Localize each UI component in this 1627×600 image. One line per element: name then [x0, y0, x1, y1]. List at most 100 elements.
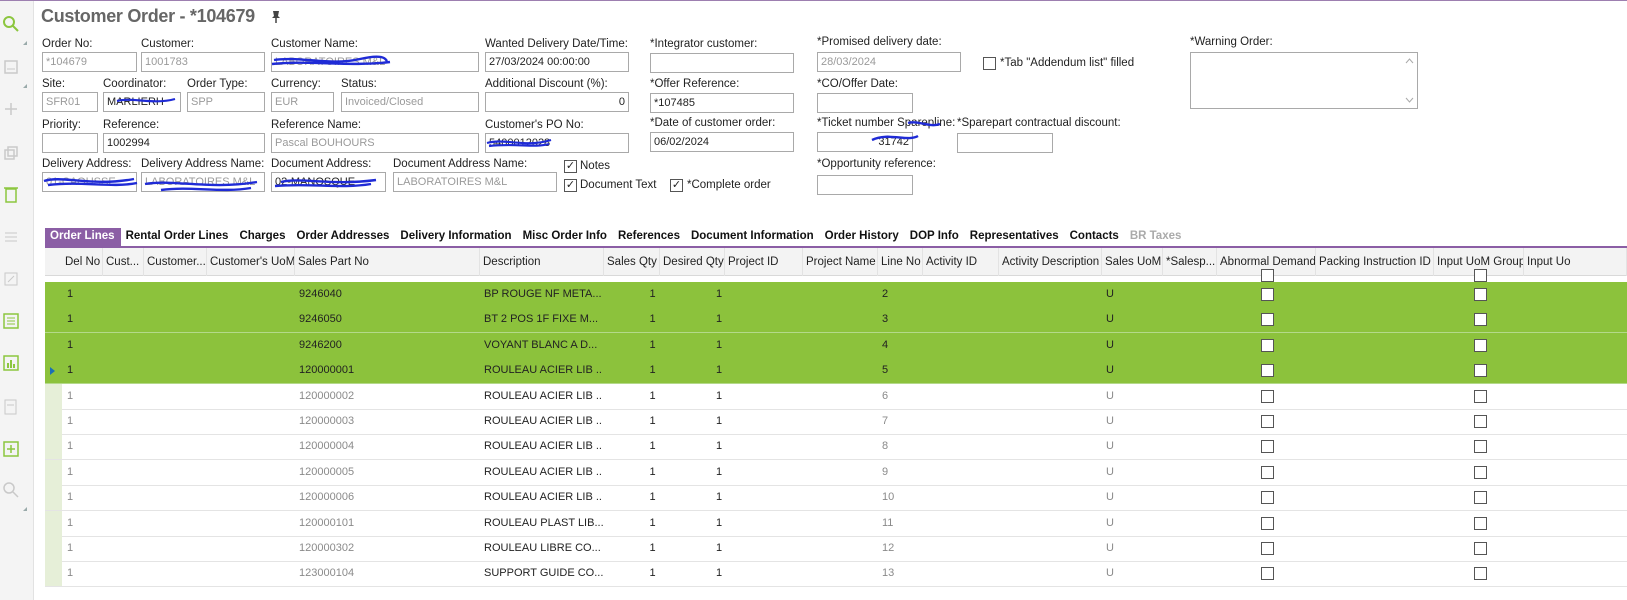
sales-uom-cell[interactable]: U	[1103, 536, 1163, 561]
table-row[interactable]: 1 120000004 ROULEAU ACIER LIB ... 1 1 8 U	[45, 434, 1627, 461]
row-selector[interactable]	[45, 434, 62, 460]
line-no-cell[interactable]: 12	[879, 536, 923, 561]
people-search-icon[interactable]	[0, 481, 22, 503]
line-no-cell[interactable]: 8	[879, 434, 923, 459]
document-address-field[interactable]: 02-MANOSQUE	[271, 172, 386, 192]
line-no-cell[interactable]: 10	[879, 485, 923, 510]
table-row[interactable]: 1 9246040 BP ROUGE NF META... 1 1 2 U	[45, 282, 1627, 308]
desired-qty-cell[interactable]: 1	[691, 307, 747, 332]
sales-uom-cell[interactable]: U	[1103, 307, 1163, 332]
desired-qty-cell[interactable]: 1	[691, 536, 747, 561]
description-cell[interactable]: VOYANT BLANC A D...	[481, 333, 603, 358]
row-selector[interactable]	[45, 510, 62, 536]
input-uom-group-checkbox[interactable]	[1474, 465, 1487, 479]
abnormal-demand-checkbox[interactable]	[1261, 313, 1274, 327]
row-selector[interactable]	[45, 459, 62, 485]
column-header-project-name[interactable]: Project Name	[803, 248, 878, 276]
line-no-cell[interactable]: 2	[879, 282, 923, 307]
line-no-cell[interactable]: 7	[879, 409, 923, 434]
document-address-name-field[interactable]: LABORATOIRES M&L	[393, 172, 557, 192]
sales-qty-cell[interactable]: 1	[604, 511, 701, 536]
abnormal-demand-checkbox[interactable]	[1261, 542, 1274, 555]
input-uom-group-checkbox[interactable]	[1474, 415, 1487, 428]
sales-part-no-cell[interactable]: 123000104	[296, 561, 476, 586]
duplicate-icon[interactable]	[0, 145, 22, 167]
row-selector[interactable]	[45, 332, 62, 358]
tab-addendum-checkbox[interactable]	[983, 57, 996, 70]
save-icon[interactable]	[0, 59, 22, 81]
sales-uom-cell[interactable]: U	[1103, 485, 1163, 510]
coordinator-field[interactable]: MARLIERH	[103, 92, 181, 112]
desired-qty-cell[interactable]: 1	[691, 333, 747, 358]
column-header-desired-qty[interactable]: Desired Qty	[660, 248, 725, 276]
sales-part-no-cell[interactable]: 120000001	[296, 358, 476, 383]
delivery-address-field[interactable]: 01-CAOUSSE	[42, 172, 137, 192]
add-note-icon[interactable]	[0, 441, 22, 463]
sales-part-no-cell[interactable]: 120000002	[296, 384, 476, 409]
table-row[interactable]: 1 120000002 ROULEAU ACIER LIB ... 1 1 6 U	[45, 383, 1627, 410]
tab-representatives[interactable]: Representatives	[965, 228, 1065, 246]
sparepart-discount-field[interactable]	[957, 133, 1053, 153]
del-no-cell[interactable]: 1	[64, 460, 102, 485]
customer-name-field[interactable]: LABORATOIRES M&L	[271, 52, 479, 72]
sales-part-no-cell[interactable]: 120000003	[296, 409, 476, 434]
currency-field[interactable]: EUR	[271, 92, 334, 112]
delete-icon[interactable]	[0, 185, 22, 207]
description-cell[interactable]: SUPPORT GUIDE CO...	[481, 561, 603, 586]
column-header-input-uo[interactable]: Input Uo	[1524, 248, 1627, 276]
chart-icon[interactable]	[0, 355, 22, 377]
del-no-cell[interactable]: 1	[64, 384, 102, 409]
sales-part-no-cell[interactable]: 9246050	[296, 307, 476, 332]
del-no-cell[interactable]: 1	[64, 307, 102, 332]
offer-reference-field[interactable]: *107485	[650, 93, 794, 113]
row-checkbox[interactable]	[1474, 269, 1487, 282]
sales-part-no-cell[interactable]: 120000004	[296, 434, 476, 459]
line-no-cell[interactable]: 6	[879, 384, 923, 409]
tab-rental-order-lines[interactable]: Rental Order Lines	[121, 228, 235, 246]
tab-references[interactable]: References	[613, 228, 686, 246]
date-customer-order-field[interactable]: 06/02/2024	[650, 132, 794, 152]
sales-qty-cell[interactable]: 1	[604, 485, 701, 510]
sales-qty-cell[interactable]: 1	[604, 384, 701, 409]
sales-uom-cell[interactable]: U	[1103, 434, 1163, 459]
input-uom-group-checkbox[interactable]	[1474, 516, 1487, 530]
column-header-customer-s-uom[interactable]: Customer's UoM	[207, 248, 295, 276]
table-row[interactable]: 1 9246200 VOYANT BLANC A D... 1 1 4 U	[45, 332, 1627, 359]
sales-qty-cell[interactable]: 1	[604, 536, 701, 561]
column-header-salesp[interactable]: *Salesp...	[1163, 248, 1217, 276]
tab-charges[interactable]: Charges	[234, 228, 291, 246]
sales-uom-cell[interactable]: U	[1103, 511, 1163, 536]
column-header-activity-description[interactable]: Activity Description	[999, 248, 1102, 276]
search-icon[interactable]	[0, 15, 22, 37]
column-header-cust[interactable]: Cust...	[103, 248, 144, 276]
column-header-customer[interactable]: Customer...	[144, 248, 207, 276]
column-header-activity-id[interactable]: Activity ID	[923, 248, 999, 276]
warning-order-scrollbar[interactable]	[1403, 54, 1416, 107]
table-row[interactable]: 1 120000003 ROULEAU ACIER LIB ... 1 1 7 U	[45, 409, 1627, 435]
line-no-cell[interactable]: 9	[879, 460, 923, 485]
sales-part-no-cell[interactable]: 9246040	[296, 282, 476, 307]
tab-document-information[interactable]: Document Information	[686, 228, 820, 246]
del-no-cell[interactable]: 1	[64, 561, 102, 586]
del-no-cell[interactable]: 1	[64, 282, 102, 307]
additional-discount-field[interactable]: 0	[485, 92, 629, 112]
promised-delivery-field[interactable]: 28/03/2024	[817, 52, 961, 72]
sales-qty-cell[interactable]: 1	[604, 358, 701, 383]
sales-qty-cell[interactable]: 1	[604, 307, 701, 332]
abnormal-demand-checkbox[interactable]	[1261, 516, 1274, 530]
tab-order-addresses[interactable]: Order Addresses	[291, 228, 395, 246]
input-uom-group-checkbox[interactable]	[1474, 542, 1487, 555]
tab-order-history[interactable]: Order History	[820, 228, 905, 246]
del-no-cell[interactable]: 1	[64, 409, 102, 434]
sales-uom-cell[interactable]: U	[1103, 460, 1163, 485]
input-uom-group-checkbox[interactable]	[1474, 364, 1487, 378]
tab-misc-order-info[interactable]: Misc Order Info	[518, 228, 613, 246]
reference-field[interactable]: 1002994	[103, 133, 265, 153]
description-cell[interactable]: ROULEAU ACIER LIB ...	[481, 384, 603, 409]
description-cell[interactable]: ROULEAU ACIER LIB ...	[481, 434, 603, 459]
table-row[interactable]: 1 120000005 ROULEAU ACIER LIB ... 1 1 9 U	[45, 459, 1627, 486]
sales-uom-cell[interactable]: U	[1103, 333, 1163, 358]
sales-part-no-cell[interactable]: 9246200	[296, 333, 476, 358]
column-header-packing-instruction-id[interactable]: Packing Instruction ID	[1316, 248, 1434, 276]
desired-qty-cell[interactable]: 1	[691, 384, 747, 409]
